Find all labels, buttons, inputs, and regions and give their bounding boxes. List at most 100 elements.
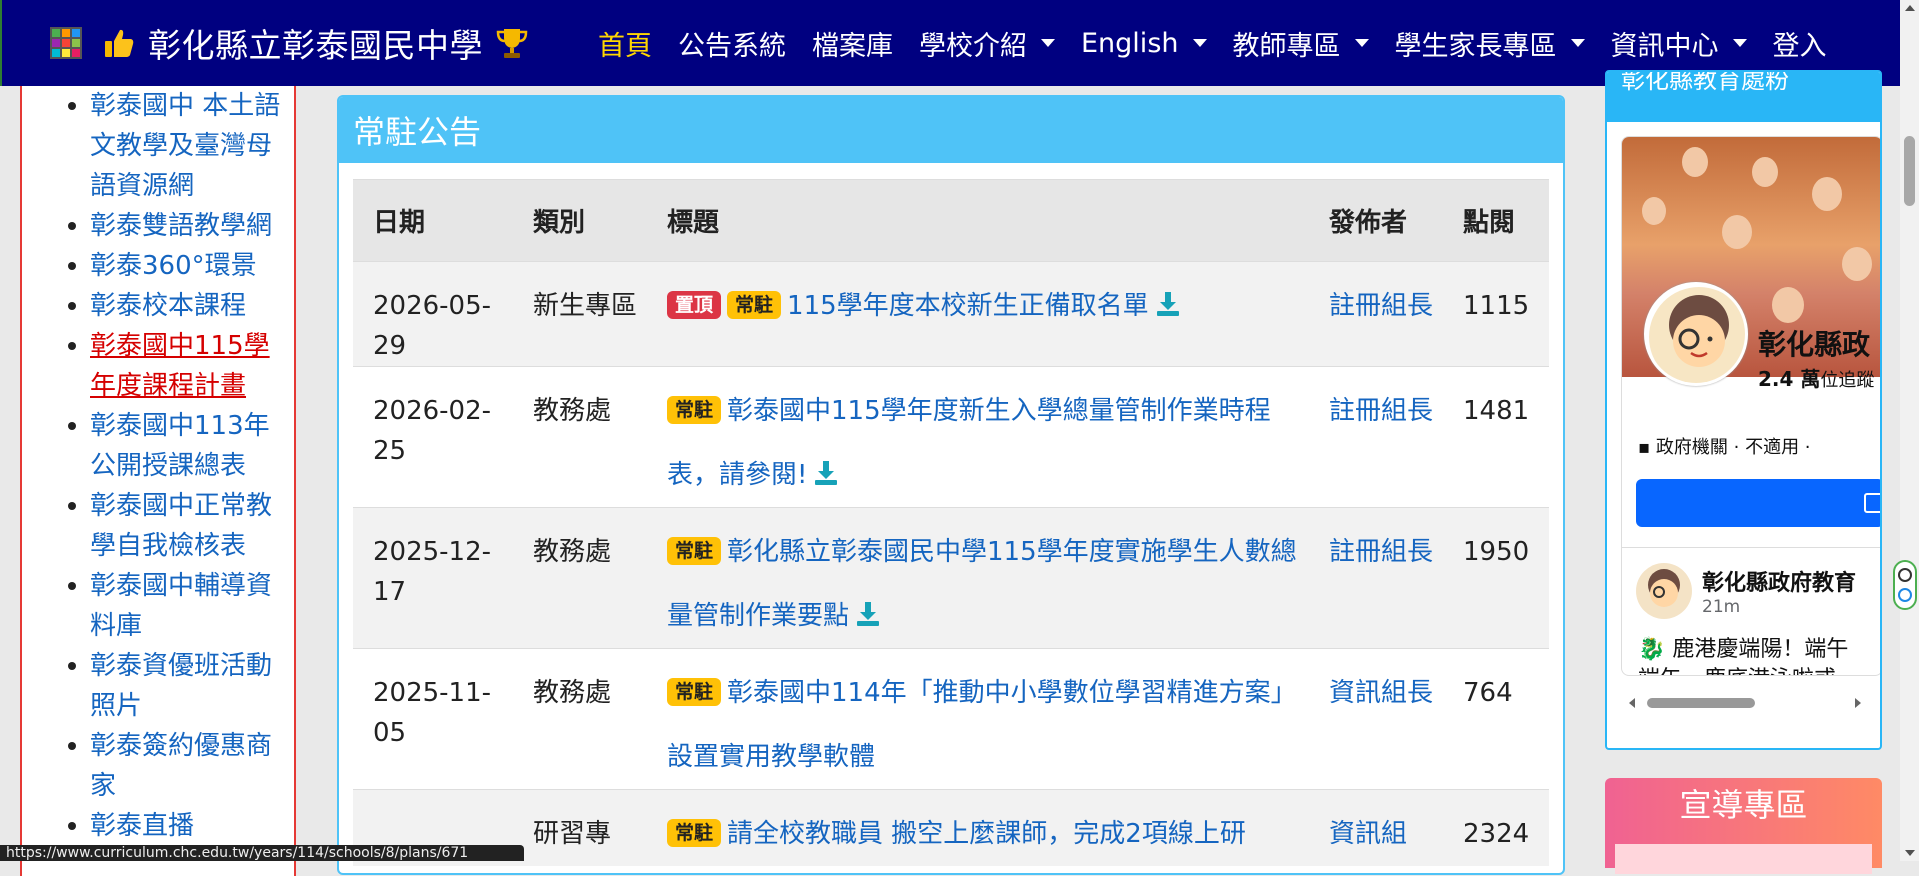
column-header-date[interactable]: 日期 [353,179,513,262]
nav-item-label: 資訊中心 [1610,30,1719,62]
nav-item-5[interactable]: 教師專區 [1233,24,1369,63]
nav-item-6[interactable]: 學生家長專區 [1395,24,1585,63]
cell-views: 1115 [1443,261,1549,367]
page-scrollbar[interactable] [1900,0,1919,861]
page-avatar[interactable] [1644,282,1748,386]
cell-title: 置頂 常駐 115學年度本校新生正備取名單 [647,261,1309,367]
nav-item-label: 學校介紹 [919,30,1027,62]
cell-publisher: 註冊組長 [1309,366,1443,508]
bullet-icon [68,582,76,590]
announcement-title-link[interactable]: 彰泰國中114年「推動中小學數位學習精進方案」 設置實用教學軟體 [667,678,1297,772]
left-link-panel: 彰泰國中 本土語文教學及臺灣母語資源網彰泰雙語教學網 彰泰360°環景 彰泰校本課程… [20,86,296,876]
thumbs-up-icon [105,29,134,57]
bullet-icon [68,302,76,310]
floating-side-widget[interactable] [1893,560,1917,610]
facebook-page-plugin[interactable]: 彰化縣政 2.4 萬位追蹤 ▪ 政府機關 · 不適用 · 彰化縣政府教育 21m… [1621,136,1880,676]
table-row: 2025-12-17 教務處 常駐 彰化縣立彰泰國民中學115學年度實施學生人數總量管… [353,507,1549,649]
column-header-publisher[interactable]: 發佈者 [1309,179,1443,262]
widget-heading: 彰化縣教育處粉 [1607,72,1880,122]
list-item: 彰泰360°環景 [22,246,294,286]
extension-icon[interactable] [1898,588,1912,602]
nav-item-label: 首頁 [598,30,652,62]
nav-item-4[interactable]: English [1081,28,1207,59]
sidebar-link[interactable]: 彰泰國中正常教學自我檢核表 [90,491,272,561]
nav-item-label: 檔案庫 [812,30,893,62]
sidebar-link[interactable]: 彰泰簽約優惠商家 [90,731,272,801]
nav-item-0[interactable]: 首頁 [598,24,652,63]
nav-item-label: 登入 [1772,30,1827,62]
app-grid-icon [50,27,82,59]
scroll-down-arrow-icon[interactable] [1905,850,1915,856]
caret-down-icon [1732,39,1747,47]
list-item: 彰泰校本課程 [22,286,294,326]
sidebar-link[interactable]: 彰泰國中115學年度課程計畫 [90,331,270,401]
cell-publisher: 註冊組長 [1309,261,1443,367]
scroll-up-arrow-icon[interactable] [1905,5,1915,11]
sidebar-link[interactable]: 彰泰國中 本土語文教學及臺灣母語資源網 [90,91,280,201]
follow-button[interactable] [1636,479,1880,527]
table-row: 研習專 常駐 請全校教職員 搬空上麼課師，完成2項線上研 資訊組 2324 [353,789,1549,866]
bullet-icon [68,662,76,670]
post-author-name[interactable]: 彰化縣政府教育 [1702,565,1856,597]
nav-item-7[interactable]: 資訊中心 [1611,24,1747,63]
download-icon[interactable] [813,447,839,485]
list-item: 彰泰資優班活動照片 [22,646,294,726]
sidebar-link[interactable]: 彰泰雙語教學網 [90,211,272,241]
sidebar-link[interactable]: 彰泰國中輔導資料庫 [90,571,272,641]
announcement-title-link[interactable]: 請全校教職員 搬空上麼課師，完成2項線上研 [727,819,1246,849]
permanent-badge: 常駐 [667,537,722,565]
publisher-link[interactable]: 資訊組長 [1329,678,1433,708]
scroll-right-arrow-icon[interactable] [1855,698,1861,708]
announcement-table: 日期 類別 標題 發佈者 點閱 2026-05-29 新生專區 置頂 常駐 115學年度… [353,179,1549,866]
sidebar-link[interactable]: 彰泰360°環景 [90,251,257,281]
nav-item-1[interactable]: 公告系統 [678,24,786,63]
permanent-badge: 常駐 [667,396,722,424]
caret-down-icon [1570,39,1585,47]
nav-item-8[interactable]: 登入 [1773,24,1827,63]
bullet-icon [68,742,76,750]
list-item: 彰泰國中輔導資料庫 [22,566,294,646]
school-title: 彰化縣立彰泰國民中學 [148,26,483,65]
cell-views: 1950 [1443,507,1549,649]
download-icon[interactable] [855,588,881,626]
column-header-views[interactable]: 點閱 [1443,179,1549,262]
post-author-avatar[interactable] [1636,563,1692,619]
sidebar-link[interactable]: 彰泰資優班活動照片 [90,651,272,721]
sidebar-link[interactable]: 彰泰國中113年公開授課總表 [90,411,270,481]
table-row: 2025-11-05 教務處 常駐 彰泰國中114年「推動中小學數位學習精進方案」 設… [353,648,1549,790]
dragon-emoji-icon: 🐉 [1638,637,1666,662]
cell-views: 1481 [1443,366,1549,508]
column-header-title[interactable]: 標題 [647,179,1309,262]
sidebar-link[interactable]: 彰泰校本課程 [90,291,246,321]
page-name[interactable]: 彰化縣政 [1758,323,1870,363]
download-icon[interactable] [1155,278,1181,316]
announcement-title-link[interactable]: 彰化縣立彰泰國民中學115學年度實施學生人數總量管制作業要點 [667,537,1297,631]
bullet-icon [68,822,76,830]
nav-item-3[interactable]: 學校介紹 [919,24,1055,63]
close-icon[interactable] [1898,568,1912,582]
list-item: 彰泰國中正常教學自我檢核表 [22,486,294,566]
announcement-title-link[interactable]: 彰泰國中115學年度新生入學總量管制作業時程表，請參閱! [667,396,1271,490]
cell-date: 2026-02-25 [353,366,513,508]
publisher-link[interactable]: 註冊組長 [1329,537,1433,567]
bullet-icon [68,422,76,430]
link-list: 彰泰國中 本土語文教學及臺灣母語資源網彰泰雙語教學網 彰泰360°環景 彰泰校本課程… [22,86,294,846]
scroll-left-arrow-icon[interactable] [1629,698,1635,708]
publisher-link[interactable]: 資訊組 [1329,819,1407,849]
nav-item-label: 教師專區 [1232,30,1341,62]
pinned-badge: 置頂 [667,291,722,319]
scrollbar-thumb[interactable] [1904,136,1915,206]
horizontal-scrollbar-thumb[interactable] [1647,698,1755,708]
announcement-title-link[interactable]: 115學年度本校新生正備取名單 [787,291,1149,321]
promo-content [1615,844,1872,874]
nav-item-label: 學生家長專區 [1394,30,1557,62]
bullet-icon [68,102,76,110]
publisher-link[interactable]: 註冊組長 [1329,396,1433,426]
sidebar-link[interactable]: 彰泰直播 [90,811,194,841]
post-time[interactable]: 21m [1702,597,1740,617]
column-header-category[interactable]: 類別 [513,179,647,262]
brand[interactable]: 彰化縣立彰泰國民中學 [2,0,529,86]
nav-item-2[interactable]: 檔案庫 [812,24,893,63]
publisher-link[interactable]: 註冊組長 [1329,291,1433,321]
widget-horizontal-scrollbar[interactable] [1625,692,1865,714]
